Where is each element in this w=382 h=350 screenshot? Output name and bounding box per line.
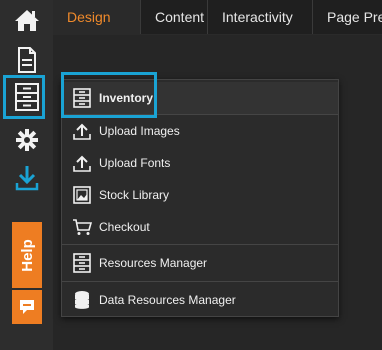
settings-gear-icon[interactable]	[6, 122, 48, 158]
sidebar-selection-highlight	[3, 75, 45, 119]
tab-interactivity[interactable]: Interactivity	[208, 0, 314, 34]
cart-icon	[71, 216, 93, 238]
chat-button[interactable]	[12, 290, 42, 324]
menu-divider	[62, 281, 338, 282]
upload-icon	[71, 152, 93, 174]
upload-icon	[71, 120, 93, 142]
menu-item-label: Stock Library	[99, 188, 170, 202]
menu-item-label: Upload Images	[99, 124, 180, 138]
menu-item-upload-images[interactable]: Upload Images	[62, 115, 338, 147]
menu-item-checkout[interactable]: Checkout	[62, 211, 338, 243]
home-icon[interactable]	[6, 2, 48, 38]
database-icon	[71, 289, 93, 311]
menu-item-label: Resources Manager	[99, 256, 208, 270]
chat-icon	[20, 300, 34, 314]
top-tab-bar: Design Content Interactivity Page Pre	[53, 0, 382, 35]
tab-design[interactable]: Design	[53, 0, 140, 34]
menu-item-upload-fonts[interactable]: Upload Fonts	[62, 147, 338, 179]
menu-item-label: Data Resources Manager	[99, 292, 236, 307]
menu-item-data-resources-manager[interactable]: Data Resources Manager	[62, 283, 338, 316]
download-icon[interactable]	[6, 160, 48, 196]
help-label: Help	[18, 238, 36, 272]
menu-item-label: Checkout	[99, 220, 150, 234]
left-sidebar: Help	[0, 0, 53, 350]
menu-item-stock-library[interactable]: Stock Library	[62, 179, 338, 211]
help-tab[interactable]: Help	[12, 222, 42, 288]
menu-selection-highlight	[61, 72, 157, 118]
menu-item-resources-manager[interactable]: Resources Manager	[62, 246, 338, 280]
menu-item-label: Upload Fonts	[99, 156, 171, 170]
tab-page-preview[interactable]: Page Pre	[313, 0, 382, 34]
image-icon	[71, 184, 93, 206]
page-icon[interactable]	[6, 42, 48, 78]
menu-divider	[62, 244, 338, 245]
cabinet-icon	[71, 252, 93, 274]
